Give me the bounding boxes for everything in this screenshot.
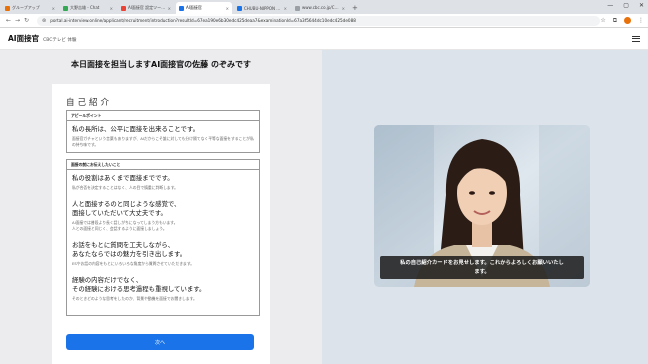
hamburger-menu-icon[interactable]	[632, 35, 640, 42]
maximize-icon[interactable]: ▢	[623, 2, 629, 9]
tab-favicon-icon	[295, 5, 300, 11]
forward-arrow-icon[interactable]: →	[13, 17, 22, 24]
item-main-text: 人と面接するのと同じような感覚で、 面接していただいて大丈夫です。	[72, 200, 181, 217]
profile-avatar[interactable]	[624, 17, 631, 24]
back-arrow-icon[interactable]: ←	[4, 17, 13, 24]
tab-favicon-icon	[63, 5, 68, 11]
browser-tab[interactable]: CHUBU-NIPPON BROADCASTI×	[234, 2, 290, 14]
new-tab-button[interactable]: +	[352, 2, 358, 14]
app-logo: AI面接官	[8, 34, 40, 43]
browser-tab-strip: グループアップ× 大野吉雄 - Chat× AI面接官 設定ツール (2.04.…	[0, 0, 648, 14]
window-controls: — ▢ ✕	[607, 2, 644, 9]
reload-icon[interactable]: ↻	[22, 17, 31, 24]
more-vert-icon[interactable]: ⋮	[638, 17, 644, 24]
next-button[interactable]: 次へ	[66, 334, 254, 350]
intro-scroll-area[interactable]: アピールポイント 私の長所は、公平に面接を出来ることです。 面接官ガチャという言…	[66, 110, 260, 332]
close-window-icon[interactable]: ✕	[639, 2, 644, 9]
app-header: AI面接官 CBCテレビ 体験	[0, 28, 648, 50]
before-interview-label: 面接の前にお伝えしたいこと	[67, 160, 259, 170]
bookmark-star-icon[interactable]: ☆	[600, 17, 605, 24]
self-intro-card: 自己紹介 アピールポイント 私の長所は、公平に面接を出来ることです。 面接官ガチ…	[52, 84, 270, 364]
tab-favicon-icon	[5, 5, 10, 11]
close-tab-icon[interactable]: ×	[168, 6, 171, 11]
close-tab-icon[interactable]: ×	[284, 6, 287, 11]
minimize-icon[interactable]: —	[607, 2, 613, 9]
appeal-point-label: アピールポイント	[67, 111, 259, 121]
list-item: 私の役割はあくまで面接までです。 私が合否を決定することはなく、人の目で慎重に判…	[72, 174, 254, 191]
browser-toolbar: ← → ↻ ⊜ portal.ai-interview.online/appli…	[0, 14, 648, 28]
browser-tab[interactable]: AI面接官 設定ツール (2.04.13)×	[118, 2, 174, 14]
browser-tab[interactable]: www.cbc.co.jp/CBCテレビ 式AI面 ...×	[292, 2, 348, 14]
item-sub-text: そのときどのような思考をしたのか、背景や動機を面接でお聞きします。	[72, 296, 197, 301]
extensions-icon[interactable]: ⧉	[613, 17, 617, 25]
page-title: 本日面接を担当しますAI面接官の佐藤 のぞみです	[71, 60, 251, 69]
browser-tab-active[interactable]: AI面接官 ×	[176, 2, 232, 14]
toolbar-actions: ☆ ⧉ ⋮	[600, 17, 644, 25]
item-main-text: 経験の内容だけでなく、 その経験における思考過程も重視しています。	[72, 276, 206, 293]
card-title: 自己紹介	[66, 98, 113, 108]
interviewer-panel: 私の自己紹介カードをお見せします。これからよろしくお願いいたし ます。	[322, 50, 648, 364]
appeal-point-box: アピールポイント 私の長所は、公平に面接を出来ることです。 面接官ガチャという言…	[66, 110, 260, 153]
interviewer-video: 私の自己紹介カードをお見せします。これからよろしくお願いいたし ます。	[374, 125, 590, 287]
browser-tab[interactable]: 大野吉雄 - Chat ×	[60, 2, 116, 14]
item-main-text: 私の役割はあくまで面接までです。	[72, 174, 174, 182]
speech-caption: 私の自己紹介カードをお見せします。これからよろしくお願いいたし ます。	[380, 256, 584, 279]
appeal-sub-text: 面接官ガチャという言葉もありますが、AIだからこそ誰に対しても分け隔てなく平等な…	[72, 136, 254, 147]
item-sub-text: ESやお話の内容をもとにいろいろな角度から質問させていただきます。	[72, 261, 195, 266]
item-sub-text: 私が合否を決定することはなく、人の目で慎重に判断します。	[72, 185, 178, 190]
tab-favicon-icon	[121, 5, 126, 11]
before-interview-box: 面接の前にお伝えしたいこと 私の役割はあくまで面接までです。 私が合否を決定する…	[66, 159, 260, 316]
url-text: portal.ai-interview.online/applicant/rec…	[50, 18, 356, 23]
list-item: 経験の内容だけでなく、 その経験における思考過程も重視しています。 そのときどの…	[72, 276, 254, 302]
browser-tab[interactable]: グループアップ ×	[2, 2, 58, 14]
close-tab-icon[interactable]: ×	[342, 6, 345, 11]
appeal-main-text: 私の長所は、公平に面接を出来ることです。	[72, 125, 199, 133]
app-subtitle: CBCテレビ 体験	[43, 37, 77, 43]
address-bar[interactable]: ⊜ portal.ai-interview.online/applicant/r…	[37, 15, 601, 26]
list-item: お話をもとに質問を工夫しながら、 あなたならではの魅力を引き出します。 ESやお…	[72, 241, 254, 267]
close-tab-icon[interactable]: ×	[226, 6, 229, 11]
tab-favicon-icon	[179, 5, 184, 11]
tab-favicon-icon	[237, 5, 242, 11]
item-sub-text: AI面接では普段より長く話しがちになってしまう方もいます。 人との面接と同じく、…	[72, 220, 178, 231]
site-info-icon[interactable]: ⊜	[42, 18, 46, 24]
close-tab-icon[interactable]: ×	[110, 6, 113, 11]
intro-panel: 本日面接を担当しますAI面接官の佐藤 のぞみです 自己紹介 アピールポイント 私…	[0, 50, 322, 364]
item-main-text: お話をもとに質問を工夫しながら、 あなたならではの魅力を引き出します。	[72, 241, 187, 258]
close-tab-icon[interactable]: ×	[52, 6, 55, 11]
list-item: 人と面接するのと同じような感覚で、 面接していただいて大丈夫です。 AI面接では…	[72, 200, 254, 232]
